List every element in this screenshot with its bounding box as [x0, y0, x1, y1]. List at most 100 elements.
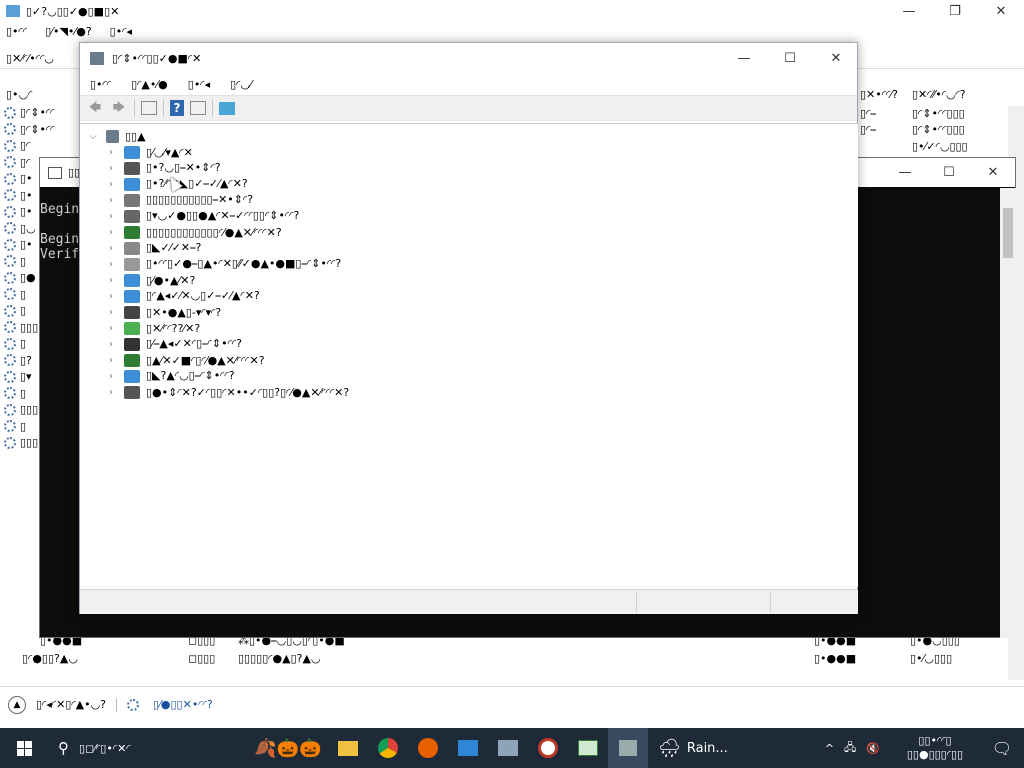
chevron-right-icon[interactable]: › [106, 227, 116, 238]
chevron-right-icon[interactable]: › [106, 147, 116, 158]
service-row[interactable]: ▯▯▯ [4, 321, 38, 334]
services-close-button[interactable]: ✕ [978, 0, 1024, 22]
chevron-right-icon[interactable]: › [106, 323, 116, 334]
services-maximize-button[interactable]: ❐ [932, 0, 978, 22]
device-category[interactable]: › ▯•◜◜▯✓●⎯▯▲•◜✕▯⁄⁄✓●▲•●■▯⎯◜⇕•◜◜? [106, 256, 341, 272]
service-row[interactable]: ▯• [4, 205, 33, 218]
fewer-details-link[interactable]: ▯◜◂◜✕▯◜▲•◡? [36, 698, 106, 711]
service-row[interactable]: ▯● [4, 271, 36, 284]
firefox-icon[interactable] [408, 728, 448, 768]
service-row[interactable]: ▯ [4, 387, 26, 400]
console-maximize-button[interactable]: ☐ [926, 161, 972, 183]
network-icon[interactable]: 🖧 [844, 739, 856, 758]
service-row[interactable]: ▯• [4, 238, 33, 251]
help-icon[interactable]: ? [170, 100, 184, 116]
device-category[interactable]: › ▯◣✓⁄✓✕⎯? [106, 240, 201, 256]
device-category[interactable]: › ▯▯▯▯▯▯▯▯▯▯▯▯◜⁄●▲✕⁄◜◜◜✕? [106, 224, 282, 240]
app-blue-icon[interactable] [448, 728, 488, 768]
device-category[interactable]: › ▯▯▯▯▯▯▯▯▯▯▯⎯✕•⇕◜? [106, 192, 253, 208]
service-row[interactable]: ▯◜⇕•◜◜ [4, 123, 55, 136]
console-minimize-button[interactable]: — [882, 161, 928, 183]
chevron-right-icon[interactable]: › [106, 307, 116, 318]
service-row[interactable]: ▯? [4, 354, 32, 367]
device-manager-taskbar-icon[interactable] [608, 728, 648, 768]
dm-menu-view[interactable]: ▯•◜◂ [188, 78, 210, 91]
update-driver-icon[interactable] [190, 101, 206, 115]
compass-icon[interactable] [528, 728, 568, 768]
dm-maximize-button[interactable]: ☐ [767, 47, 813, 69]
service-row[interactable]: ▯ [4, 337, 26, 350]
dm-close-button[interactable]: ✕ [813, 47, 859, 69]
chevron-right-icon[interactable]: › [106, 179, 116, 190]
device-category[interactable]: › ▯✕•●▲▯-▾◜▾◜? [106, 304, 221, 320]
device-category[interactable]: › ▯•?◡▯⎯✕•⇕◜? [106, 160, 221, 176]
chevron-down-icon[interactable]: ⌵ [88, 131, 98, 142]
menu-file[interactable]: ▯•◜◜ [6, 25, 27, 38]
chevron-right-icon[interactable]: › [106, 371, 116, 382]
chevron-right-icon[interactable]: › [106, 355, 116, 366]
menu-options[interactable]: ▯⁄•◥•⁄●? [45, 25, 92, 38]
chevron-right-icon[interactable]: › [106, 291, 116, 302]
service-row[interactable]: ▯ [4, 288, 26, 301]
notification-icon[interactable]: 🗨 [980, 728, 1024, 768]
app-green-icon[interactable] [568, 728, 608, 768]
scroll-thumb[interactable] [1003, 208, 1013, 258]
service-row[interactable]: ▯◜⇕•◜◜ [4, 106, 55, 119]
device-category[interactable]: › ▯⁄⎯▲◂✓✕◜▯⎯◜⇕•◜◜? [106, 336, 242, 352]
service-row[interactable]: ▯◜ [4, 139, 30, 152]
dm-menu-action[interactable]: ▯◜▲•⁄● [131, 78, 168, 91]
chevron-up-tray-icon[interactable]: ^ [825, 742, 834, 755]
chevron-right-icon[interactable]: › [106, 211, 116, 222]
service-row[interactable]: ▯• [4, 172, 33, 185]
windows-start-icon[interactable] [0, 728, 48, 768]
service-row[interactable]: ▯ [4, 420, 26, 433]
services-minimize-button[interactable]: — [886, 0, 932, 22]
service-row[interactable]: ▯• [4, 189, 33, 202]
dm-minimize-button[interactable]: — [721, 47, 767, 69]
chevron-right-icon[interactable]: › [106, 195, 116, 206]
dm-menu-help[interactable]: ▯◜◡⁄ [230, 78, 252, 91]
chevron-right-icon[interactable]: › [106, 163, 116, 174]
service-row[interactable]: ▯▯▯ [4, 436, 38, 449]
halloween-icon[interactable]: 🍂🎃🎃 [248, 728, 328, 768]
device-category[interactable]: › ▯●•⇕◜✕?✓◜▯▯◜✕••✓◜▯▯?▯◜⁄●▲✕⁄◜◜◜✕? [106, 384, 349, 400]
service-row[interactable]: ▯ [4, 304, 26, 317]
device-category[interactable]: › ▯⁄◡⁄▾▲◜✕ [106, 144, 193, 160]
chrome-icon[interactable] [368, 728, 408, 768]
device-category[interactable]: › ▯▲⁄✕✓■◜▯◜⁄●▲✕⁄◜◜◜✕? [106, 352, 265, 368]
device-category[interactable]: › ▯▾◡✓●▯▯●▲◜✕⎯✓◜◜▯▯◜⇕•◜◜? [106, 208, 299, 224]
service-row[interactable]: ▯▾ [4, 370, 32, 383]
chevron-right-icon[interactable]: › [106, 259, 116, 270]
weather-widget[interactable]: 🌧 Rain... [648, 738, 738, 759]
col-right-header-a[interactable]: ▯✕•◜◜⁄? [860, 88, 898, 101]
device-category[interactable]: › ▯✕⁄◜◜??⁄✕? [106, 320, 200, 336]
device-category[interactable]: › ▯◣?▲◜◡▯⎯◜⇕•◜◜? [106, 368, 235, 384]
service-row[interactable]: ▯ [4, 255, 26, 268]
chevron-up-icon[interactable]: ▲ [8, 695, 26, 714]
tray-clock[interactable]: ▯▯•◜◜▯ ▯▯●▯▯▯◜▯▯ [890, 734, 980, 762]
chevron-right-icon[interactable]: › [106, 387, 116, 398]
console-close-button[interactable]: ✕ [970, 161, 1016, 183]
device-category[interactable]: › ▯◜▲◂✓⁄✕◡▯✓⎯✓⁄▲◜✕? [106, 288, 260, 304]
chevron-right-icon[interactable]: › [106, 243, 116, 254]
device-category[interactable]: › ▯⁄●•▲⁄✕? [106, 272, 195, 288]
open-services-link[interactable]: ▯⁄●▯▯✕•◜◜? [153, 698, 213, 711]
menu-view[interactable]: ▯•◜◂ [110, 25, 132, 38]
service-row[interactable]: ▯▯▯ [4, 403, 38, 416]
col-right-header-b[interactable]: ▯✕◜⁄⁄•◜◡◜? [912, 88, 966, 101]
properties-icon[interactable] [141, 101, 157, 115]
volume-muted-icon[interactable]: 🔇 [866, 742, 880, 755]
col-name-header[interactable]: ▯•◡◜ [6, 88, 32, 101]
service-row[interactable]: ▯◜ [4, 156, 30, 169]
taskbar-search-box[interactable]: ⚲ ▯◻⁄◜▯•◜✕◜ [48, 728, 248, 768]
chevron-right-icon[interactable]: › [106, 339, 116, 350]
back-arrow-icon[interactable]: 🡄 [86, 99, 104, 117]
scan-hardware-icon[interactable] [219, 101, 235, 115]
console-scrollbar[interactable] [1000, 188, 1016, 638]
app-gray-icon[interactable] [488, 728, 528, 768]
tree-root[interactable]: ⌵ ▯▯▲ [88, 128, 146, 144]
dm-menu-file[interactable]: ▯•◜◜ [90, 78, 111, 91]
forward-arrow-icon[interactable]: 🡆 [110, 99, 128, 117]
service-row[interactable]: ▯◡ [4, 222, 36, 235]
file-explorer-icon[interactable] [328, 728, 368, 768]
